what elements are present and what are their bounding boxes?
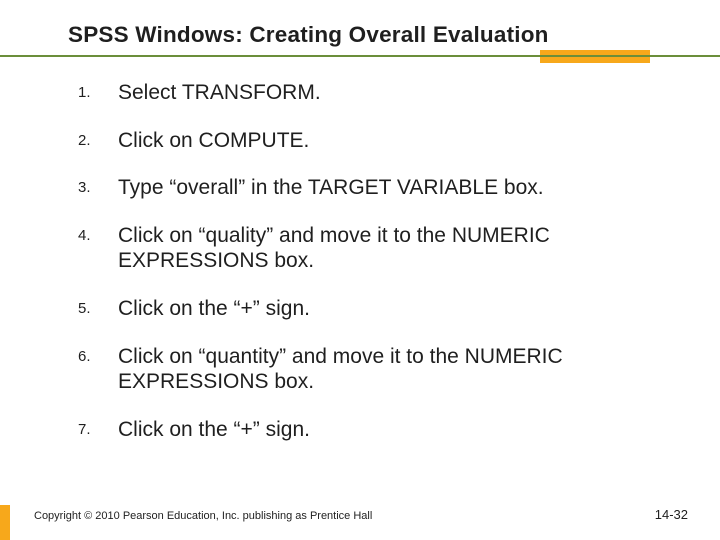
list-item: 2. Click on COMPUTE. xyxy=(78,128,660,154)
page-number: 14-32 xyxy=(655,507,688,522)
list-number: 1. xyxy=(78,80,118,102)
list-item: 5. Click on the “+” sign. xyxy=(78,296,660,322)
list-number: 5. xyxy=(78,296,118,318)
list-number: 6. xyxy=(78,344,118,366)
accent-bar-bottom-left xyxy=(0,505,10,540)
list-text: Click on “quantity” and move it to the N… xyxy=(118,344,660,395)
list-text: Click on the “+” sign. xyxy=(118,296,310,322)
list-number: 7. xyxy=(78,417,118,439)
slide-title: SPSS Windows: Creating Overall Evaluatio… xyxy=(68,22,690,48)
slide: SPSS Windows: Creating Overall Evaluatio… xyxy=(0,0,720,540)
list-text: Click on COMPUTE. xyxy=(118,128,309,154)
list-item: 3. Type “overall” in the TARGET VARIABLE… xyxy=(78,175,660,201)
list-number: 3. xyxy=(78,175,118,197)
divider-line xyxy=(0,55,720,57)
list-item: 4. Click on “quality” and move it to the… xyxy=(78,223,660,274)
copyright-text: Copyright © 2010 Pearson Education, Inc.… xyxy=(34,510,372,522)
list-item: 1. Select TRANSFORM. xyxy=(78,80,660,106)
list-text: Select TRANSFORM. xyxy=(118,80,321,106)
list-text: Click on “quality” and move it to the NU… xyxy=(118,223,660,274)
list-number: 4. xyxy=(78,223,118,245)
list-text: Click on the “+” sign. xyxy=(118,417,310,443)
list-item: 6. Click on “quantity” and move it to th… xyxy=(78,344,660,395)
list-item: 7. Click on the “+” sign. xyxy=(78,417,660,443)
list-text: Type “overall” in the TARGET VARIABLE bo… xyxy=(118,175,544,201)
steps-list: 1. Select TRANSFORM. 2. Click on COMPUTE… xyxy=(78,80,660,442)
list-number: 2. xyxy=(78,128,118,150)
